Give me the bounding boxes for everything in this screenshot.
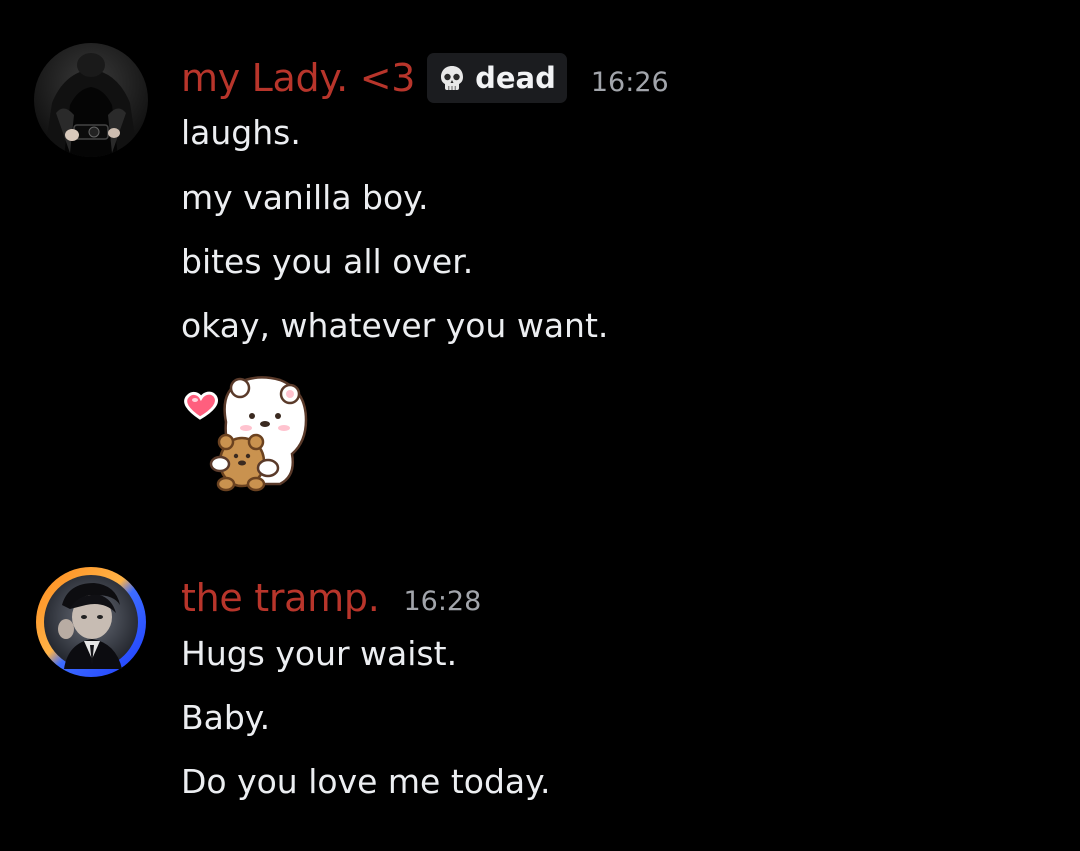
- avatar[interactable]: [34, 43, 148, 157]
- timestamp: 16:28: [403, 585, 482, 617]
- skull-icon: [441, 66, 464, 90]
- message-header: my Lady. <3 dead 16:26: [181, 53, 669, 103]
- avatar-image: [36, 567, 146, 677]
- user-tag[interactable]: dead: [427, 53, 567, 103]
- avatar-image: [34, 43, 148, 157]
- message-line: okay, whatever you want.: [181, 306, 609, 345]
- avatar[interactable]: [34, 565, 148, 679]
- timestamp: 16:26: [590, 66, 669, 98]
- message-line: bites you all over.: [181, 242, 474, 281]
- bear-hug-heart-sticker[interactable]: [180, 372, 316, 498]
- user-tag-label: dead: [475, 61, 556, 95]
- username[interactable]: my Lady. <3: [181, 55, 415, 101]
- message-line: my vanilla boy.: [181, 178, 429, 217]
- message-line: Hugs your waist.: [181, 634, 458, 673]
- chat-message-list: my Lady. <3 dead 16:26 laughs. my vanill…: [0, 0, 1080, 851]
- sticker-image: [184, 376, 308, 492]
- message-line: Baby.: [181, 698, 271, 737]
- message-line: laughs.: [181, 113, 301, 152]
- username[interactable]: the tramp.: [181, 575, 380, 621]
- message-header: the tramp. 16:28: [181, 575, 481, 621]
- message-line: Do you love me today.: [181, 762, 551, 801]
